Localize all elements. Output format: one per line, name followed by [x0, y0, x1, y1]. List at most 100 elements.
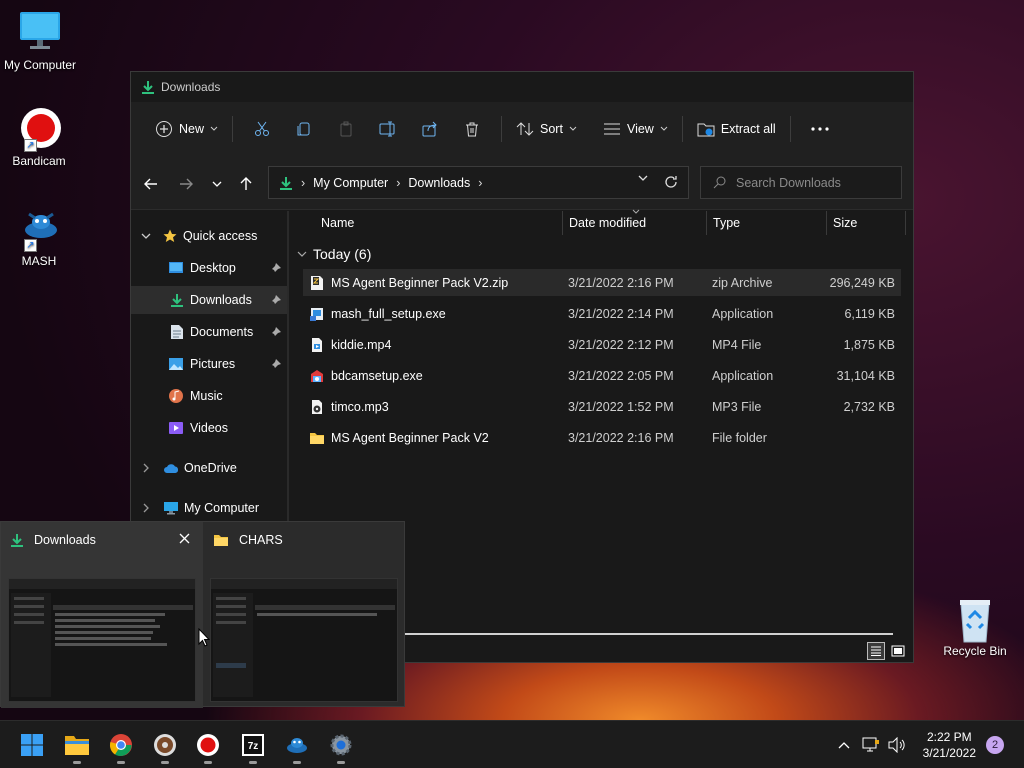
sort-button[interactable]: Sort — [510, 112, 583, 146]
copy-button[interactable] — [289, 112, 319, 146]
column-divider[interactable] — [706, 211, 707, 235]
more-options-button[interactable] — [805, 112, 835, 146]
address-history-dropdown[interactable] — [638, 175, 648, 181]
file-type: zip Archive — [712, 275, 773, 290]
file-row[interactable]: mash_full_setup.exe 3/21/2022 2:14 PM Ap… — [303, 300, 901, 327]
file-row[interactable]: bdcamsetup.exe 3/21/2022 2:05 PM Applica… — [303, 362, 901, 389]
breadcrumb-my-computer[interactable]: My Computer — [313, 176, 388, 190]
taskbar-7zip[interactable]: 7z — [235, 729, 271, 764]
pin-icon — [271, 359, 281, 369]
file-size: 31,104 KB — [836, 368, 895, 383]
desktop-icon-bandicam[interactable]: ↗ Bandicam — [0, 106, 79, 168]
notification-badge[interactable]: 2 — [986, 736, 1004, 754]
nav-my-computer[interactable]: My Computer — [131, 494, 287, 522]
arrow-right-icon — [180, 178, 193, 190]
breadcrumb-separator: › — [478, 175, 483, 190]
taskbar-mash[interactable] — [279, 729, 315, 764]
group-header-today[interactable]: Today (6) — [297, 244, 371, 264]
refresh-button[interactable] — [664, 175, 678, 189]
windows-logo-icon — [21, 734, 43, 756]
file-row[interactable]: kiddie.mp4 3/21/2022 2:12 PM MP4 File 1,… — [303, 331, 901, 358]
taskbar-settings[interactable] — [323, 729, 359, 764]
desktop-icon-my-computer[interactable]: My Computer — [0, 10, 80, 72]
nav-documents[interactable]: Documents — [131, 318, 287, 346]
nav-onedrive[interactable]: OneDrive — [131, 454, 287, 482]
tiles-view-button[interactable] — [889, 642, 907, 660]
copy-icon — [297, 122, 310, 136]
new-button-label: New — [179, 122, 205, 136]
plus-circle-icon — [156, 121, 172, 137]
rename-button[interactable] — [373, 112, 403, 146]
paste-button[interactable] — [331, 112, 361, 146]
clock[interactable]: 2:22 PM 3/21/2022 — [923, 729, 976, 761]
recent-locations-button[interactable] — [207, 174, 227, 194]
chevron-down-icon — [638, 175, 648, 181]
nav-my-computer-label: My Computer — [184, 501, 260, 515]
file-size: 2,732 KB — [843, 399, 895, 414]
breadcrumb-downloads[interactable]: Downloads — [408, 176, 470, 190]
column-divider[interactable] — [826, 211, 827, 235]
desktop-icon-recycle-bin[interactable]: Recycle Bin — [935, 596, 1015, 658]
chrome-icon — [109, 734, 132, 756]
back-button[interactable] — [141, 174, 161, 194]
cut-button[interactable] — [247, 112, 277, 146]
column-header-name[interactable]: Name — [321, 211, 354, 235]
preview-window-chars[interactable]: CHARS — [204, 522, 406, 708]
nav-music[interactable]: Music — [131, 382, 287, 410]
command-bar: New Sort View Extract all — [131, 102, 913, 156]
taskbar-file-explorer[interactable] — [59, 729, 95, 764]
new-button[interactable]: New — [149, 112, 224, 146]
up-button[interactable] — [236, 174, 256, 194]
search-box[interactable]: Search Downloads — [700, 166, 902, 199]
preview-close-button[interactable] — [179, 533, 190, 544]
show-hidden-icons-button[interactable] — [838, 741, 850, 749]
taskbar-chrome[interactable] — [103, 729, 139, 764]
taskbar-media-app[interactable] — [147, 729, 183, 764]
music-icon — [169, 389, 183, 403]
share-button[interactable] — [415, 112, 445, 146]
preview-window-downloads[interactable]: Downloads — [1, 522, 203, 708]
file-row[interactable]: timco.mp3 3/21/2022 1:52 PM MP3 File 2,7… — [303, 393, 901, 420]
nav-videos[interactable]: Videos — [131, 414, 287, 442]
address-bar[interactable]: › My Computer › Downloads › — [268, 166, 689, 199]
column-divider[interactable] — [562, 211, 563, 235]
file-name: mash_full_setup.exe — [331, 306, 446, 321]
desktop-icon-mash[interactable]: ↗ MASH — [0, 206, 79, 268]
picture-icon — [169, 358, 183, 370]
audio-file-icon — [312, 399, 322, 414]
file-date: 3/21/2022 2:16 PM — [568, 275, 674, 290]
file-name: MS Agent Beginner Pack V2 — [331, 430, 489, 445]
window-title: Downloads — [161, 80, 221, 94]
forward-button[interactable] — [176, 174, 196, 194]
media-disc-icon — [154, 734, 176, 756]
taskbar-bandicam[interactable] — [190, 729, 226, 764]
shortcut-arrow-icon: ↗ — [24, 139, 37, 152]
file-explorer-icon — [65, 736, 89, 755]
start-button[interactable] — [14, 729, 50, 761]
column-header-date[interactable]: Date modified — [569, 211, 646, 235]
nav-quick-access[interactable]: Quick access — [131, 222, 287, 250]
installer-icon — [310, 307, 323, 321]
nav-desktop[interactable]: Desktop — [131, 254, 287, 282]
network-button[interactable] — [862, 737, 880, 753]
details-view-button[interactable] — [867, 642, 885, 660]
file-row[interactable]: MS Agent Beginner Pack V2.zip 3/21/2022 … — [303, 269, 901, 296]
nav-pictures[interactable]: Pictures — [131, 350, 287, 378]
chevron-right-icon — [143, 463, 149, 473]
column-divider[interactable] — [905, 211, 906, 235]
window-titlebar[interactable]: Downloads — [131, 72, 913, 102]
column-header-size[interactable]: Size — [833, 211, 857, 235]
volume-button[interactable] — [888, 737, 906, 753]
file-row[interactable]: MS Agent Beginner Pack V2 3/21/2022 2:16… — [303, 424, 901, 451]
nav-onedrive-label: OneDrive — [184, 461, 237, 475]
nav-downloads[interactable]: Downloads — [131, 286, 287, 314]
nav-music-label: Music — [190, 389, 223, 403]
delete-button[interactable] — [457, 112, 487, 146]
file-date: 3/21/2022 1:52 PM — [568, 399, 674, 414]
monitor-icon — [164, 502, 178, 515]
monitor-icon — [16, 10, 64, 54]
view-button[interactable]: View — [597, 112, 674, 146]
column-header-type[interactable]: Type — [713, 211, 740, 235]
view-list-icon — [603, 123, 620, 135]
extract-all-button[interactable]: Extract all — [691, 112, 782, 146]
